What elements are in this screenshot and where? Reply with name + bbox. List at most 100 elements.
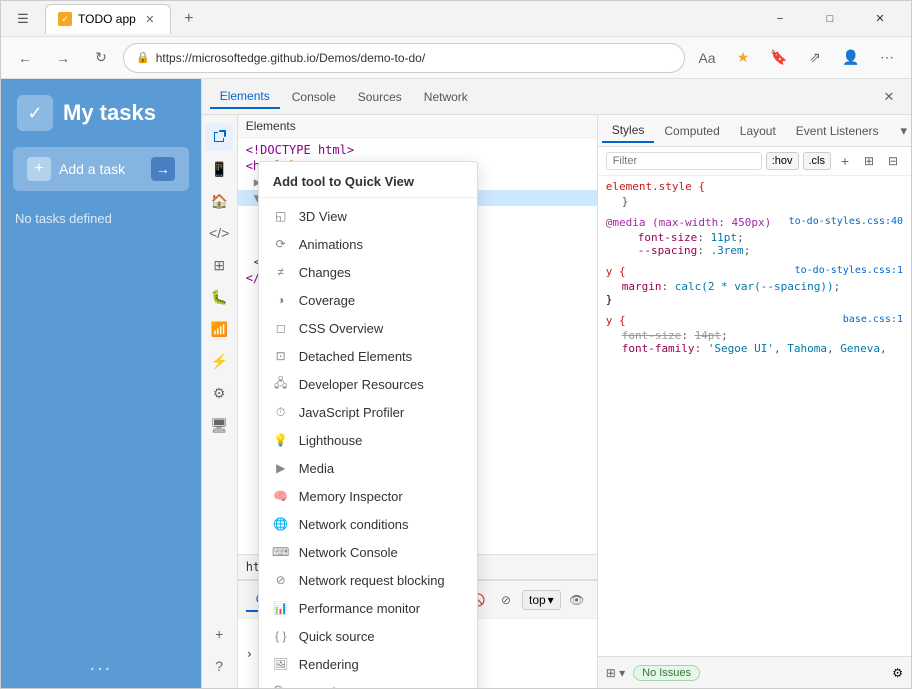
devtools-close-button[interactable]: ✕ xyxy=(875,83,903,111)
style-prop-margin: margin: calc(2 * var(--spacing)); xyxy=(606,280,903,293)
sidebar-icon-inspect[interactable] xyxy=(205,123,233,151)
class-toggle-button[interactable]: .cls xyxy=(803,152,832,170)
styles-filter-input[interactable] xyxy=(606,152,762,170)
app-more-button[interactable]: ... xyxy=(90,653,113,676)
sidebar-icon-gear[interactable]: ⚙ xyxy=(205,379,233,407)
menu-item-animations[interactable]: ⟳ Animations xyxy=(259,230,477,258)
menu-item-network-conditions[interactable]: 🌐 Network conditions xyxy=(259,510,477,538)
sidebar-icon-add[interactable]: + xyxy=(205,620,233,648)
back-button[interactable]: ← xyxy=(9,42,41,74)
search-icon: 🔍 xyxy=(273,684,289,688)
menu-item-lighthouse[interactable]: 💡 Lighthouse xyxy=(259,426,477,454)
style-selector-media: @media (max-width: 450px) to-do-styles.c… xyxy=(606,216,903,229)
devtools-tab-network[interactable]: Network xyxy=(414,86,478,108)
styles-panel: Styles Computed Layout Event Listeners ▾… xyxy=(598,115,911,688)
sidebar-icon-layers[interactable]: ⊞ xyxy=(205,251,233,279)
menu-item-network-request-blocking[interactable]: ⊘ Network request blocking xyxy=(259,566,477,594)
dom-panel-header: Elements xyxy=(238,115,597,138)
add-style-rule-button[interactable]: + xyxy=(835,151,855,171)
menu-item-label: Quick source xyxy=(299,629,375,644)
menu-item-media[interactable]: ▶ Media xyxy=(259,454,477,482)
hover-state-button[interactable]: :hov xyxy=(766,152,799,170)
devtools-tab-elements[interactable]: Elements xyxy=(210,85,280,109)
context-dropdown-icon: ▾ xyxy=(548,593,554,607)
menu-item-memory-inspector[interactable]: 🧠 Memory Inspector xyxy=(259,482,477,510)
app-bottom: ... xyxy=(1,641,201,688)
sidebar-icon-screen[interactable]: 🖥 xyxy=(205,411,233,439)
profile-button[interactable]: 👤 xyxy=(835,42,867,74)
maximize-button[interactable]: □ xyxy=(807,1,853,37)
menu-item-js-profiler[interactable]: ⏱ JavaScript Profiler xyxy=(259,398,477,426)
sidebar-icon-performance[interactable]: ⚡ xyxy=(205,347,233,375)
sidebar-icon-help[interactable]: ? xyxy=(205,652,233,680)
devtools-tab-sources[interactable]: Sources xyxy=(348,86,412,108)
menu-item-network-console[interactable]: ⌨ Network Console xyxy=(259,538,477,566)
collections-button[interactable]: 🔖 xyxy=(763,42,795,74)
toggle-sidebar-button[interactable]: ⊟ xyxy=(883,151,903,171)
no-tasks-label: No tasks defined xyxy=(1,203,201,234)
style-source-link[interactable]: to-do-styles.css:40 xyxy=(789,216,903,227)
menu-item-quick-source[interactable]: { } Quick source xyxy=(259,622,477,650)
url-bar[interactable]: 🔒 https://microsoftedge.github.io/Demos/… xyxy=(123,43,685,73)
sidebar-icon-device[interactable]: 📱 xyxy=(205,155,233,183)
changes-icon: ≠ xyxy=(273,264,289,280)
dom-node-doctype[interactable]: <!DOCTYPE html> xyxy=(238,142,597,158)
bottom-settings-icon[interactable]: ⚙ xyxy=(892,666,903,680)
console-eye-button[interactable]: 👁 xyxy=(565,588,589,612)
new-tab-button[interactable]: + xyxy=(175,5,203,33)
devtools-tab-console[interactable]: Console xyxy=(282,86,346,108)
sidebar-icon-home[interactable]: 🏠 xyxy=(205,187,233,215)
tab-close-button[interactable]: ✕ xyxy=(142,11,158,27)
sidebar-icon-code[interactable]: </> xyxy=(205,219,233,247)
style-selector-element: element.style { xyxy=(606,180,903,193)
title-bar: ☰ ✓ TODO app ✕ + − □ ✕ xyxy=(1,1,911,37)
styles-tab-layout[interactable]: Layout xyxy=(730,120,786,142)
performance-monitor-icon: 📊 xyxy=(273,600,289,616)
new-style-inspector-button[interactable]: ⊞ xyxy=(859,151,879,171)
styles-tab-computed[interactable]: Computed xyxy=(654,120,729,142)
sidebar-toggle-icon[interactable]: ☰ xyxy=(9,5,37,33)
console-filter-button[interactable]: ⊘ xyxy=(494,588,518,612)
context-selector[interactable]: top ▾ xyxy=(522,590,561,610)
styles-tab-styles[interactable]: Styles xyxy=(602,119,655,143)
minimize-button[interactable]: − xyxy=(757,1,803,37)
quick-view-dropdown: Add tool to Quick View ◱ 3D View ⟳ Anima… xyxy=(258,161,478,688)
sidebar-icon-bug[interactable]: 🐛 xyxy=(205,283,233,311)
css-overview-icon: ◻ xyxy=(273,320,289,336)
menu-item-developer-resources[interactable]: 🖧 Developer Resources xyxy=(259,370,477,398)
close-button[interactable]: ✕ xyxy=(857,1,903,37)
active-tab[interactable]: ✓ TODO app ✕ xyxy=(45,4,171,34)
sidebar-icon-wifi[interactable]: 📶 xyxy=(205,315,233,343)
favorites-button[interactable]: ★ xyxy=(727,42,759,74)
menu-item-search[interactable]: 🔍 Search xyxy=(259,678,477,688)
menu-item-label: Network conditions xyxy=(299,517,409,532)
menu-item-performance-monitor[interactable]: 📊 Performance monitor xyxy=(259,594,477,622)
styles-tab-event-listeners[interactable]: Event Listeners xyxy=(786,120,889,142)
menu-item-rendering[interactable]: 🖼 Rendering xyxy=(259,650,477,678)
app-title: My tasks xyxy=(63,100,156,126)
menu-item-coverage[interactable]: ◑ Coverage xyxy=(259,286,477,314)
menu-item-detached-elements[interactable]: ⊡ Detached Elements xyxy=(259,342,477,370)
add-task-button[interactable]: + Add a task → xyxy=(13,147,189,191)
styles-content: element.style { } @media (max-width: 450… xyxy=(598,176,911,656)
refresh-button[interactable]: ↻ xyxy=(85,42,117,74)
memory-inspector-icon: 🧠 xyxy=(273,488,289,504)
console-controls: 🚫 ⊘ top ▾ 👁 xyxy=(466,588,589,612)
dom-panel-title: Elements xyxy=(246,119,296,133)
menu-item-3d-view[interactable]: ◱ 3D View xyxy=(259,202,477,230)
browser-window: ☰ ✓ TODO app ✕ + − □ ✕ ← → ↻ 🔒 https://m… xyxy=(0,0,912,689)
tab-title: TODO app xyxy=(78,12,136,26)
share-button[interactable]: ⇗ xyxy=(799,42,831,74)
style-selector-y1: y { to-do-styles.css:1 xyxy=(606,265,903,278)
settings-button[interactable]: ⋯ xyxy=(871,42,903,74)
menu-item-label: Detached Elements xyxy=(299,349,412,364)
style-source-link-3[interactable]: base.css:1 xyxy=(843,314,903,325)
menu-item-changes[interactable]: ≠ Changes xyxy=(259,258,477,286)
style-source-link-2[interactable]: to-do-styles.css:1 xyxy=(795,265,903,276)
forward-button[interactable]: → xyxy=(47,42,79,74)
read-aloud-button[interactable]: Aa xyxy=(691,42,723,74)
styles-elements-toggle[interactable]: ⊞ ▾ xyxy=(606,666,625,680)
menu-item-label: CSS Overview xyxy=(299,321,384,336)
styles-overflow-button[interactable]: ▾ xyxy=(900,123,907,139)
menu-item-css-overview[interactable]: ◻ CSS Overview xyxy=(259,314,477,342)
